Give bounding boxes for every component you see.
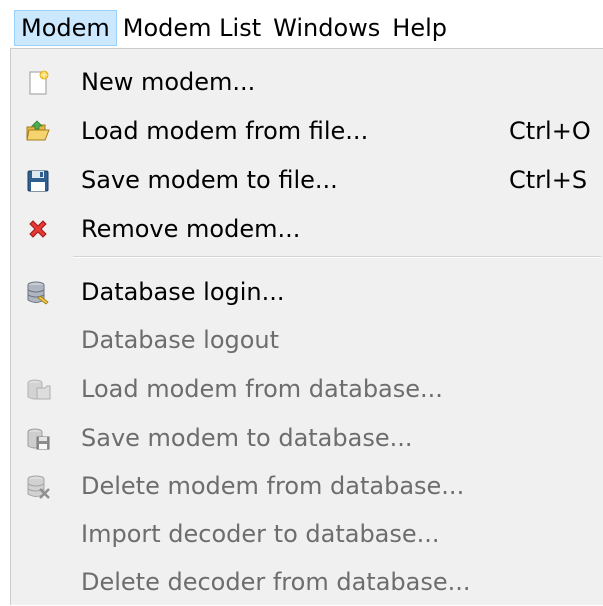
menu-item-new-modem[interactable]: New modem... <box>11 58 603 106</box>
shortcut-label: Ctrl+O <box>509 117 591 145</box>
menu-bar: Modem Modem List Windows Help <box>0 0 603 48</box>
red-x-icon <box>29 220 47 238</box>
menu-item-delete-modem-from-database[interactable]: Delete modem from database... <box>11 462 603 510</box>
menu-item-label: Load modem from file... <box>81 117 369 145</box>
database-load-icon <box>27 379 51 400</box>
database-delete-icon <box>27 475 50 499</box>
menu-item-label: Database login... <box>81 278 285 306</box>
menu-item-label: Import decoder to database... <box>81 520 440 548</box>
database-save-icon <box>27 428 50 450</box>
menu-item-label: Database logout <box>81 326 280 354</box>
modem-dropdown-menu: New modem... Load modem from file... Ctr… <box>10 48 603 605</box>
menu-item-label: Save modem to database... <box>81 424 413 452</box>
menu-separator <box>73 256 601 258</box>
menu-windows[interactable]: Windows <box>267 10 386 46</box>
menu-item-load-modem-from-database[interactable]: Load modem from database... <box>11 365 603 413</box>
menu-item-delete-decoder-from-database[interactable]: Delete decoder from database... <box>11 558 603 606</box>
floppy-disk-icon <box>27 170 49 192</box>
menu-item-label: Delete decoder from database... <box>81 568 471 596</box>
menu-item-database-login[interactable]: Database login... <box>11 268 603 316</box>
menu-item-save-modem-to-file[interactable]: Save modem to file... Ctrl+S <box>11 156 603 204</box>
menu-modem-list[interactable]: Modem List <box>117 10 267 46</box>
menu-item-import-decoder-to-database[interactable]: Import decoder to database... <box>11 510 603 558</box>
menu-help[interactable]: Help <box>386 10 453 46</box>
menu-item-save-modem-to-database[interactable]: Save modem to database... <box>11 414 603 462</box>
menu-item-label: Load modem from database... <box>81 375 443 403</box>
menu-item-load-modem-from-file[interactable]: Load modem from file... Ctrl+O <box>11 107 603 155</box>
menu-modem[interactable]: Modem <box>14 10 117 46</box>
shortcut-label: Ctrl+S <box>509 166 588 194</box>
menu-item-label: Remove modem... <box>81 215 301 243</box>
new-document-icon <box>29 70 49 95</box>
menu-item-label: New modem... <box>81 68 256 96</box>
menu-item-remove-modem[interactable]: Remove modem... <box>11 205 603 253</box>
menu-item-label: Delete modem from database... <box>81 472 465 500</box>
menu-item-database-logout[interactable]: Database logout <box>11 316 603 364</box>
open-folder-icon <box>26 120 50 141</box>
menu-item-label: Save modem to file... <box>81 166 338 194</box>
database-login-icon <box>27 281 49 305</box>
